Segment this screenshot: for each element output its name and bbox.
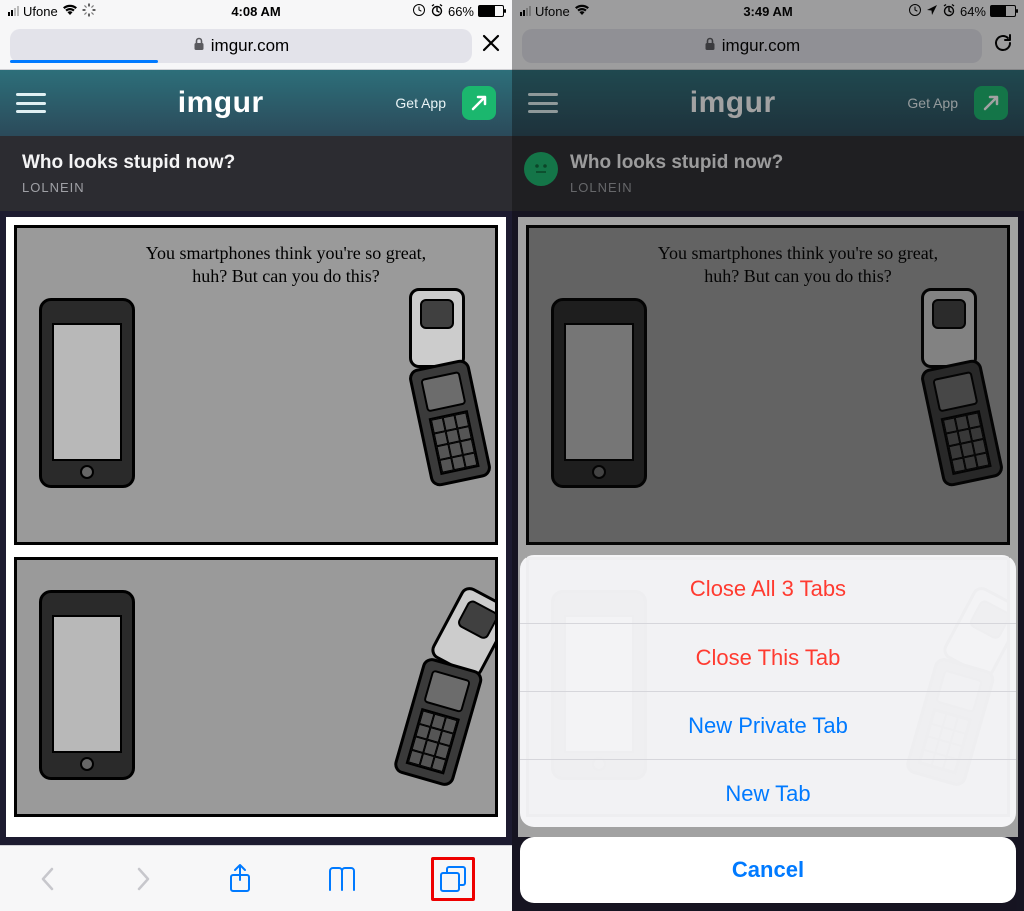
forward-icon[interactable] [132, 864, 154, 894]
safari-toolbar [0, 845, 512, 911]
post-title: Who looks stupid now? [22, 152, 458, 174]
progress-bar [10, 60, 158, 63]
bookmarks-icon[interactable] [326, 864, 358, 894]
new-tab-button[interactable]: New Tab [520, 759, 1016, 827]
imgur-logo[interactable]: imgur [56, 86, 385, 120]
clock: 4:08 AM [0, 4, 512, 19]
app-badge-icon[interactable] [462, 86, 496, 120]
post-header[interactable]: Who looks stupid now? LOLNEIN [0, 136, 512, 211]
close-all-tabs-button[interactable]: Close All 3 Tabs [520, 555, 1016, 623]
back-icon[interactable] [37, 864, 59, 894]
phone-left: Ufone 4:08 AM 66% imgur.com [0, 0, 512, 911]
close-this-tab-button[interactable]: Close This Tab [520, 623, 1016, 691]
share-icon[interactable] [227, 862, 253, 896]
post-author: LOLNEIN [22, 180, 458, 195]
battery-icon [478, 5, 504, 17]
address-field[interactable]: imgur.com [10, 29, 472, 63]
post-content[interactable]: You smartphones think you're so great, h… [0, 211, 512, 860]
imgur-header: imgur Get App [0, 70, 512, 136]
comic-panel-1: You smartphones think you're so great, h… [14, 225, 498, 545]
comic-speech: You smartphones think you're so great, h… [137, 242, 435, 287]
cancel-button[interactable]: Cancel [520, 837, 1016, 903]
status-bar: Ufone 4:08 AM 66% [0, 0, 512, 22]
action-sheet: Close All 3 Tabs Close This Tab New Priv… [520, 555, 1016, 903]
phone-right: Ufone 3:49 AM 64% imgur.com [512, 0, 1024, 911]
address-bar: imgur.com [0, 22, 512, 70]
stop-loading-icon[interactable] [480, 30, 502, 61]
url-label: imgur.com [211, 36, 289, 56]
lock-icon [193, 37, 205, 54]
new-private-tab-button[interactable]: New Private Tab [520, 691, 1016, 759]
comic-panel-2 [14, 557, 498, 817]
menu-icon[interactable] [16, 93, 46, 113]
get-app-link[interactable]: Get App [395, 95, 446, 111]
tabs-icon[interactable] [431, 857, 475, 901]
